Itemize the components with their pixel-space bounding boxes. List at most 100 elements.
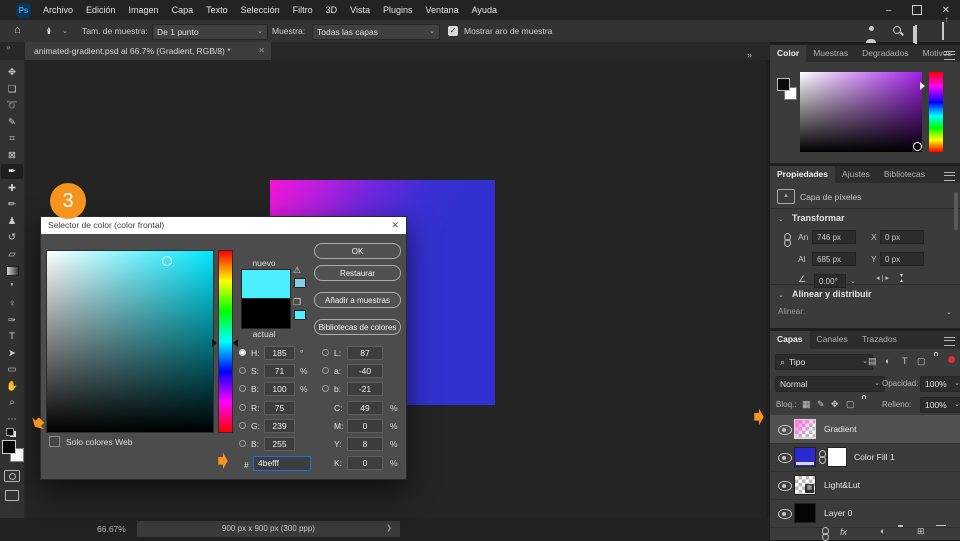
layer-name[interactable]: Layer 0 [824, 508, 852, 518]
panel-menu-icon[interactable] [944, 51, 955, 60]
menu-imagen[interactable]: Imagen [129, 5, 159, 15]
visibility-eye-icon[interactable] [778, 425, 792, 435]
k-input[interactable]: 0 [347, 456, 383, 470]
tab-ajustes[interactable]: Ajustes [835, 166, 877, 183]
tab-degradados[interactable]: Degradados [855, 45, 915, 62]
l-input[interactable]: 87 [347, 346, 383, 360]
bb-input[interactable]: -21 [347, 382, 383, 396]
menu-seleccion[interactable]: Selección [241, 5, 280, 15]
tab-bibliotecas[interactable]: Bibliotecas [877, 166, 932, 183]
filter-type-icon[interactable]: T [902, 356, 908, 366]
maximize-button[interactable] [911, 5, 922, 15]
sample-layers-dropdown[interactable]: Todas las capas ⌄ [312, 24, 440, 40]
web-cube-icon[interactable]: ❒ [293, 297, 301, 308]
default-colors-icon[interactable] [6, 428, 18, 438]
current-color-swatch[interactable] [241, 298, 291, 329]
filter-adjustment-icon[interactable]: ◐ [885, 356, 890, 366]
height-input[interactable]: 685 px [812, 252, 856, 266]
tool-marquee[interactable]: ❏ [1, 82, 23, 97]
blend-mode-dropdown[interactable]: Normal ⌄ [775, 376, 885, 392]
panel-menu-icon[interactable] [944, 337, 955, 346]
tool-brush[interactable]: ✏ [1, 197, 23, 212]
layer-thumbnail[interactable]: ▦ [794, 475, 816, 495]
filter-image-icon[interactable]: ▤ [868, 356, 877, 367]
tab-canales[interactable]: Canales [810, 331, 855, 349]
g-radio[interactable] [239, 422, 246, 429]
edit-toolbar-icon[interactable]: ⋯ [1, 412, 23, 427]
tab-propiedades[interactable]: Propiedades [770, 166, 836, 183]
add-to-swatches-button[interactable]: Añadir a muestras [314, 292, 401, 308]
saturation-brightness-field[interactable] [46, 250, 214, 433]
gamut-warning-icon[interactable]: ⚠ [293, 265, 301, 276]
tool-rectangle[interactable]: ▭ [1, 362, 23, 377]
tool-frame[interactable]: ⊠ [1, 148, 23, 163]
filter-shape-icon[interactable]: ▢ [917, 356, 926, 367]
layer-thumbnail[interactable] [794, 503, 816, 523]
panel-foreground-swatch[interactable] [777, 78, 790, 91]
panel-color-field[interactable] [800, 72, 922, 152]
toolbar-collapse-icon[interactable]: » [6, 43, 10, 52]
menu-capa[interactable]: Capa [172, 5, 194, 15]
layer-row-gradient[interactable]: Gradient [770, 415, 960, 444]
g-input[interactable]: 239 [264, 419, 295, 433]
s-radio[interactable] [239, 367, 246, 374]
tool-smudge[interactable]: ❜ [1, 280, 23, 295]
hue-slider-left-handle[interactable] [212, 339, 217, 347]
h-radio[interactable] [239, 349, 246, 356]
mask-link-icon[interactable] [819, 450, 826, 464]
m-input[interactable]: 0 [347, 419, 383, 433]
x-input[interactable]: 0 px [880, 230, 924, 244]
fill-dropdown[interactable]: 100% ⌄ [920, 397, 960, 413]
color-field-marker[interactable] [161, 256, 172, 267]
quick-mask-icon[interactable] [4, 470, 20, 482]
tab-trazados[interactable]: Trazados [855, 331, 904, 349]
document-info[interactable]: 900 px x 900 px (300 ppp) ❯ [137, 521, 400, 537]
tab-color[interactable]: Color [770, 45, 807, 62]
tool-object-selection[interactable]: ✎ [1, 115, 23, 130]
layer-row-color-fill[interactable]: Color Fill 1 [770, 443, 960, 472]
foreground-background-swatches[interactable] [1, 440, 24, 462]
flip-horizontal-icon[interactable]: ◂❘▸ [876, 274, 889, 282]
layer-filter-dropdown[interactable]: ⌕ Tipo ⌄ [775, 354, 873, 370]
tool-history-brush[interactable]: ↺ [1, 230, 23, 245]
y-input[interactable]: 0 px [880, 252, 924, 266]
bb-radio[interactable] [322, 385, 329, 392]
r-radio[interactable] [239, 404, 246, 411]
document-tab[interactable]: animated-gradient.psd al 66.7% (Gradient… [25, 42, 271, 60]
layer-mask-thumbnail[interactable] [827, 447, 847, 467]
b2-input[interactable]: 255 [264, 437, 295, 451]
a-input[interactable]: -40 [347, 364, 383, 378]
y-input[interactable]: 8 [347, 437, 383, 451]
panel-hue-pointer[interactable] [920, 82, 925, 90]
panel-color-field-marker[interactable] [913, 142, 922, 151]
eyedropper-tool-icon[interactable]: ✒ [45, 26, 56, 34]
sample-size-dropdown[interactable]: De 1 punto ⌄ [152, 24, 268, 40]
tool-gradient[interactable] [1, 263, 23, 278]
tool-crop[interactable]: ⌗ [1, 131, 23, 146]
gamut-clip-swatch[interactable] [294, 278, 306, 288]
foreground-color-swatch[interactable] [2, 440, 16, 454]
r-input[interactable]: 75 [264, 401, 295, 415]
tool-zoom[interactable]: ⌕ [1, 395, 23, 410]
tool-lasso[interactable]: ➰ [1, 98, 23, 113]
menu-edicion[interactable]: Edición [86, 5, 116, 15]
share-icon[interactable] [942, 22, 944, 40]
collapse-chevron-icon[interactable]: ⌄ [778, 216, 784, 223]
menu-vista[interactable]: Vista [350, 5, 370, 15]
panel-collapse-icon[interactable]: » [747, 50, 752, 60]
color-libraries-button[interactable]: Bibliotecas de colores [314, 319, 401, 335]
workspace-icon[interactable] [915, 25, 917, 44]
adjustment-layer-icon[interactable]: ◐ [880, 526, 885, 536]
close-button[interactable]: ✕ [942, 5, 950, 16]
width-input[interactable]: 746 px [812, 230, 856, 244]
opacity-dropdown[interactable]: 100% ⌄ [920, 376, 960, 392]
layer-name[interactable]: Color Fill 1 [854, 452, 895, 462]
menu-archivo[interactable]: Archivo [43, 5, 73, 15]
tool-move[interactable]: ✥ [1, 65, 23, 80]
menu-ayuda[interactable]: Ayuda [472, 5, 497, 15]
tool-path-selection[interactable]: ➤ [1, 346, 23, 361]
tool-eyedropper[interactable]: ✒ [1, 164, 23, 179]
tool-type[interactable]: T [1, 329, 23, 344]
menu-texto[interactable]: Texto [206, 5, 228, 15]
tool-preset-chevron-icon[interactable]: ⌄ [62, 28, 68, 35]
